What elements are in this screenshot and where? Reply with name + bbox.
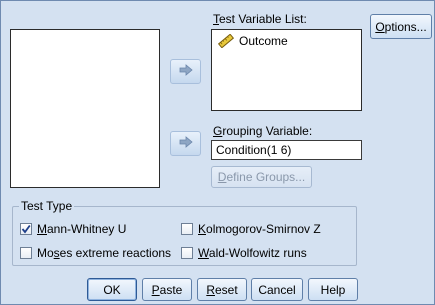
ruler-icon	[217, 33, 235, 49]
wald-wolfowitz-label[interactable]: Wald-Wolfowitz runs	[198, 246, 307, 260]
help-button[interactable]: Help	[308, 278, 358, 301]
mann-whitney-checkbox[interactable]	[20, 223, 32, 235]
define-groups-button[interactable]: Define Groups...	[211, 166, 312, 188]
list-item[interactable]: Outcome	[217, 33, 288, 49]
test-type-legend: Test Type	[19, 199, 75, 213]
mann-whitney-label[interactable]: Mann-Whitney U	[37, 222, 126, 236]
kolmogorov-smirnov-checkbox[interactable]	[181, 223, 193, 235]
grouping-variable-label: Grouping Variable:	[213, 124, 313, 138]
arrow-right-icon	[179, 136, 193, 151]
moses-extreme-checkbox[interactable]	[20, 247, 32, 259]
source-variable-list[interactable]	[10, 29, 160, 188]
reset-button[interactable]: Reset	[197, 278, 247, 301]
cancel-button[interactable]: Cancel	[251, 278, 303, 301]
ok-button[interactable]: OK	[87, 278, 137, 301]
wald-wolfowitz-checkbox[interactable]	[181, 247, 193, 259]
test-variable-list[interactable]: Outcome	[211, 29, 362, 111]
options-button[interactable]: Options...	[370, 14, 432, 39]
move-to-test-list-button[interactable]	[170, 59, 201, 84]
paste-button[interactable]: Paste	[142, 278, 192, 301]
grouping-variable-field[interactable]: Condition(1 6)	[211, 140, 362, 160]
arrow-right-icon	[179, 64, 193, 79]
test-variable-list-label: Test Variable List:	[213, 12, 307, 26]
two-independent-samples-dialog: Test Variable List: Outcome Options... G…	[0, 0, 435, 305]
kolmogorov-smirnov-label[interactable]: Kolmogorov-Smirnov Z	[198, 222, 321, 236]
moses-extreme-label[interactable]: Moses extreme reactions	[37, 246, 171, 260]
move-to-grouping-variable-button[interactable]	[170, 131, 201, 156]
list-item-label: Outcome	[239, 34, 288, 48]
